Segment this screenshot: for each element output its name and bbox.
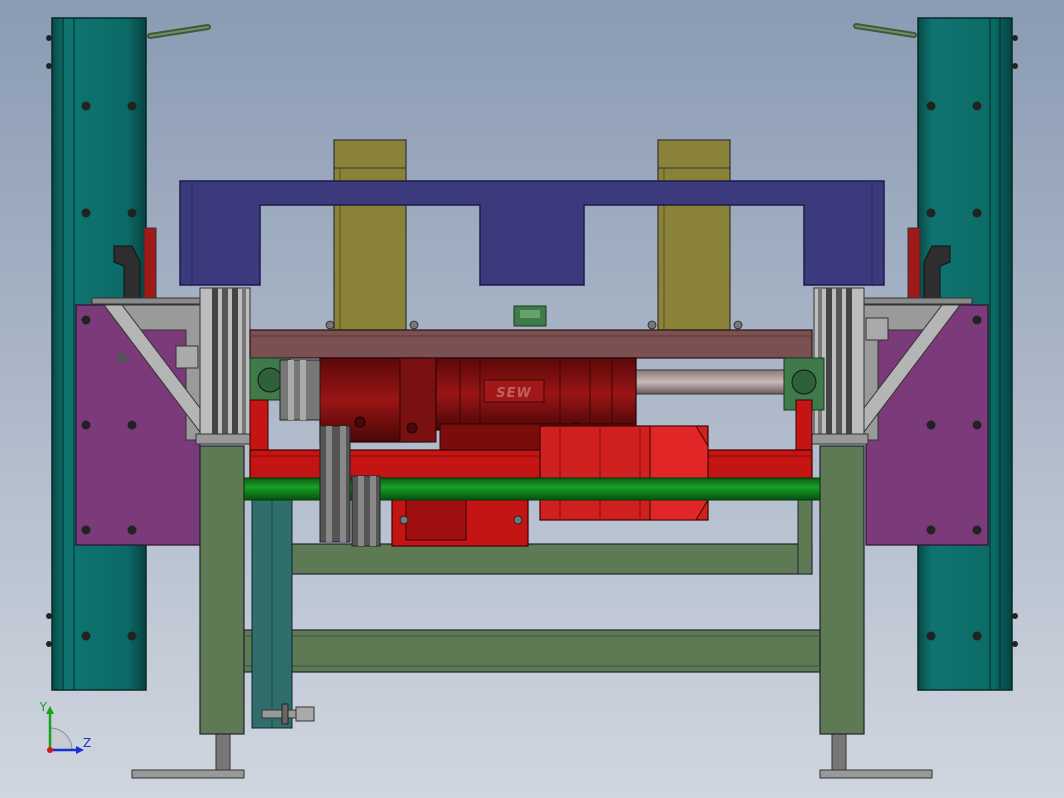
axis-triad[interactable]: Y Z: [39, 700, 92, 754]
right-leveling-foot: [819, 729, 933, 779]
grey-drive-shaft: [629, 369, 791, 395]
terminal-box: [513, 305, 547, 327]
right-olive-post: [657, 139, 731, 331]
left-sprocket-stack: [195, 287, 255, 445]
left-leveling-foot: [131, 729, 245, 779]
teal-drop-bar: [251, 495, 293, 729]
y-axis-label: Y: [39, 700, 48, 714]
lower-chain-sprockets: [319, 425, 381, 547]
motor-brand-label: SEW: [496, 386, 532, 401]
cad-viewport[interactable]: SEW Y Z: [0, 0, 1064, 798]
assembly-drawing[interactable]: SEW Y Z: [0, 0, 1064, 798]
upper-chain-sprocket: [279, 359, 321, 421]
lower-gearbox: [391, 495, 529, 547]
blue-crossbeam: [179, 180, 885, 286]
left-olive-post: [333, 139, 407, 331]
brake-motor: [539, 425, 709, 521]
z-axis-label: Z: [83, 736, 91, 750]
